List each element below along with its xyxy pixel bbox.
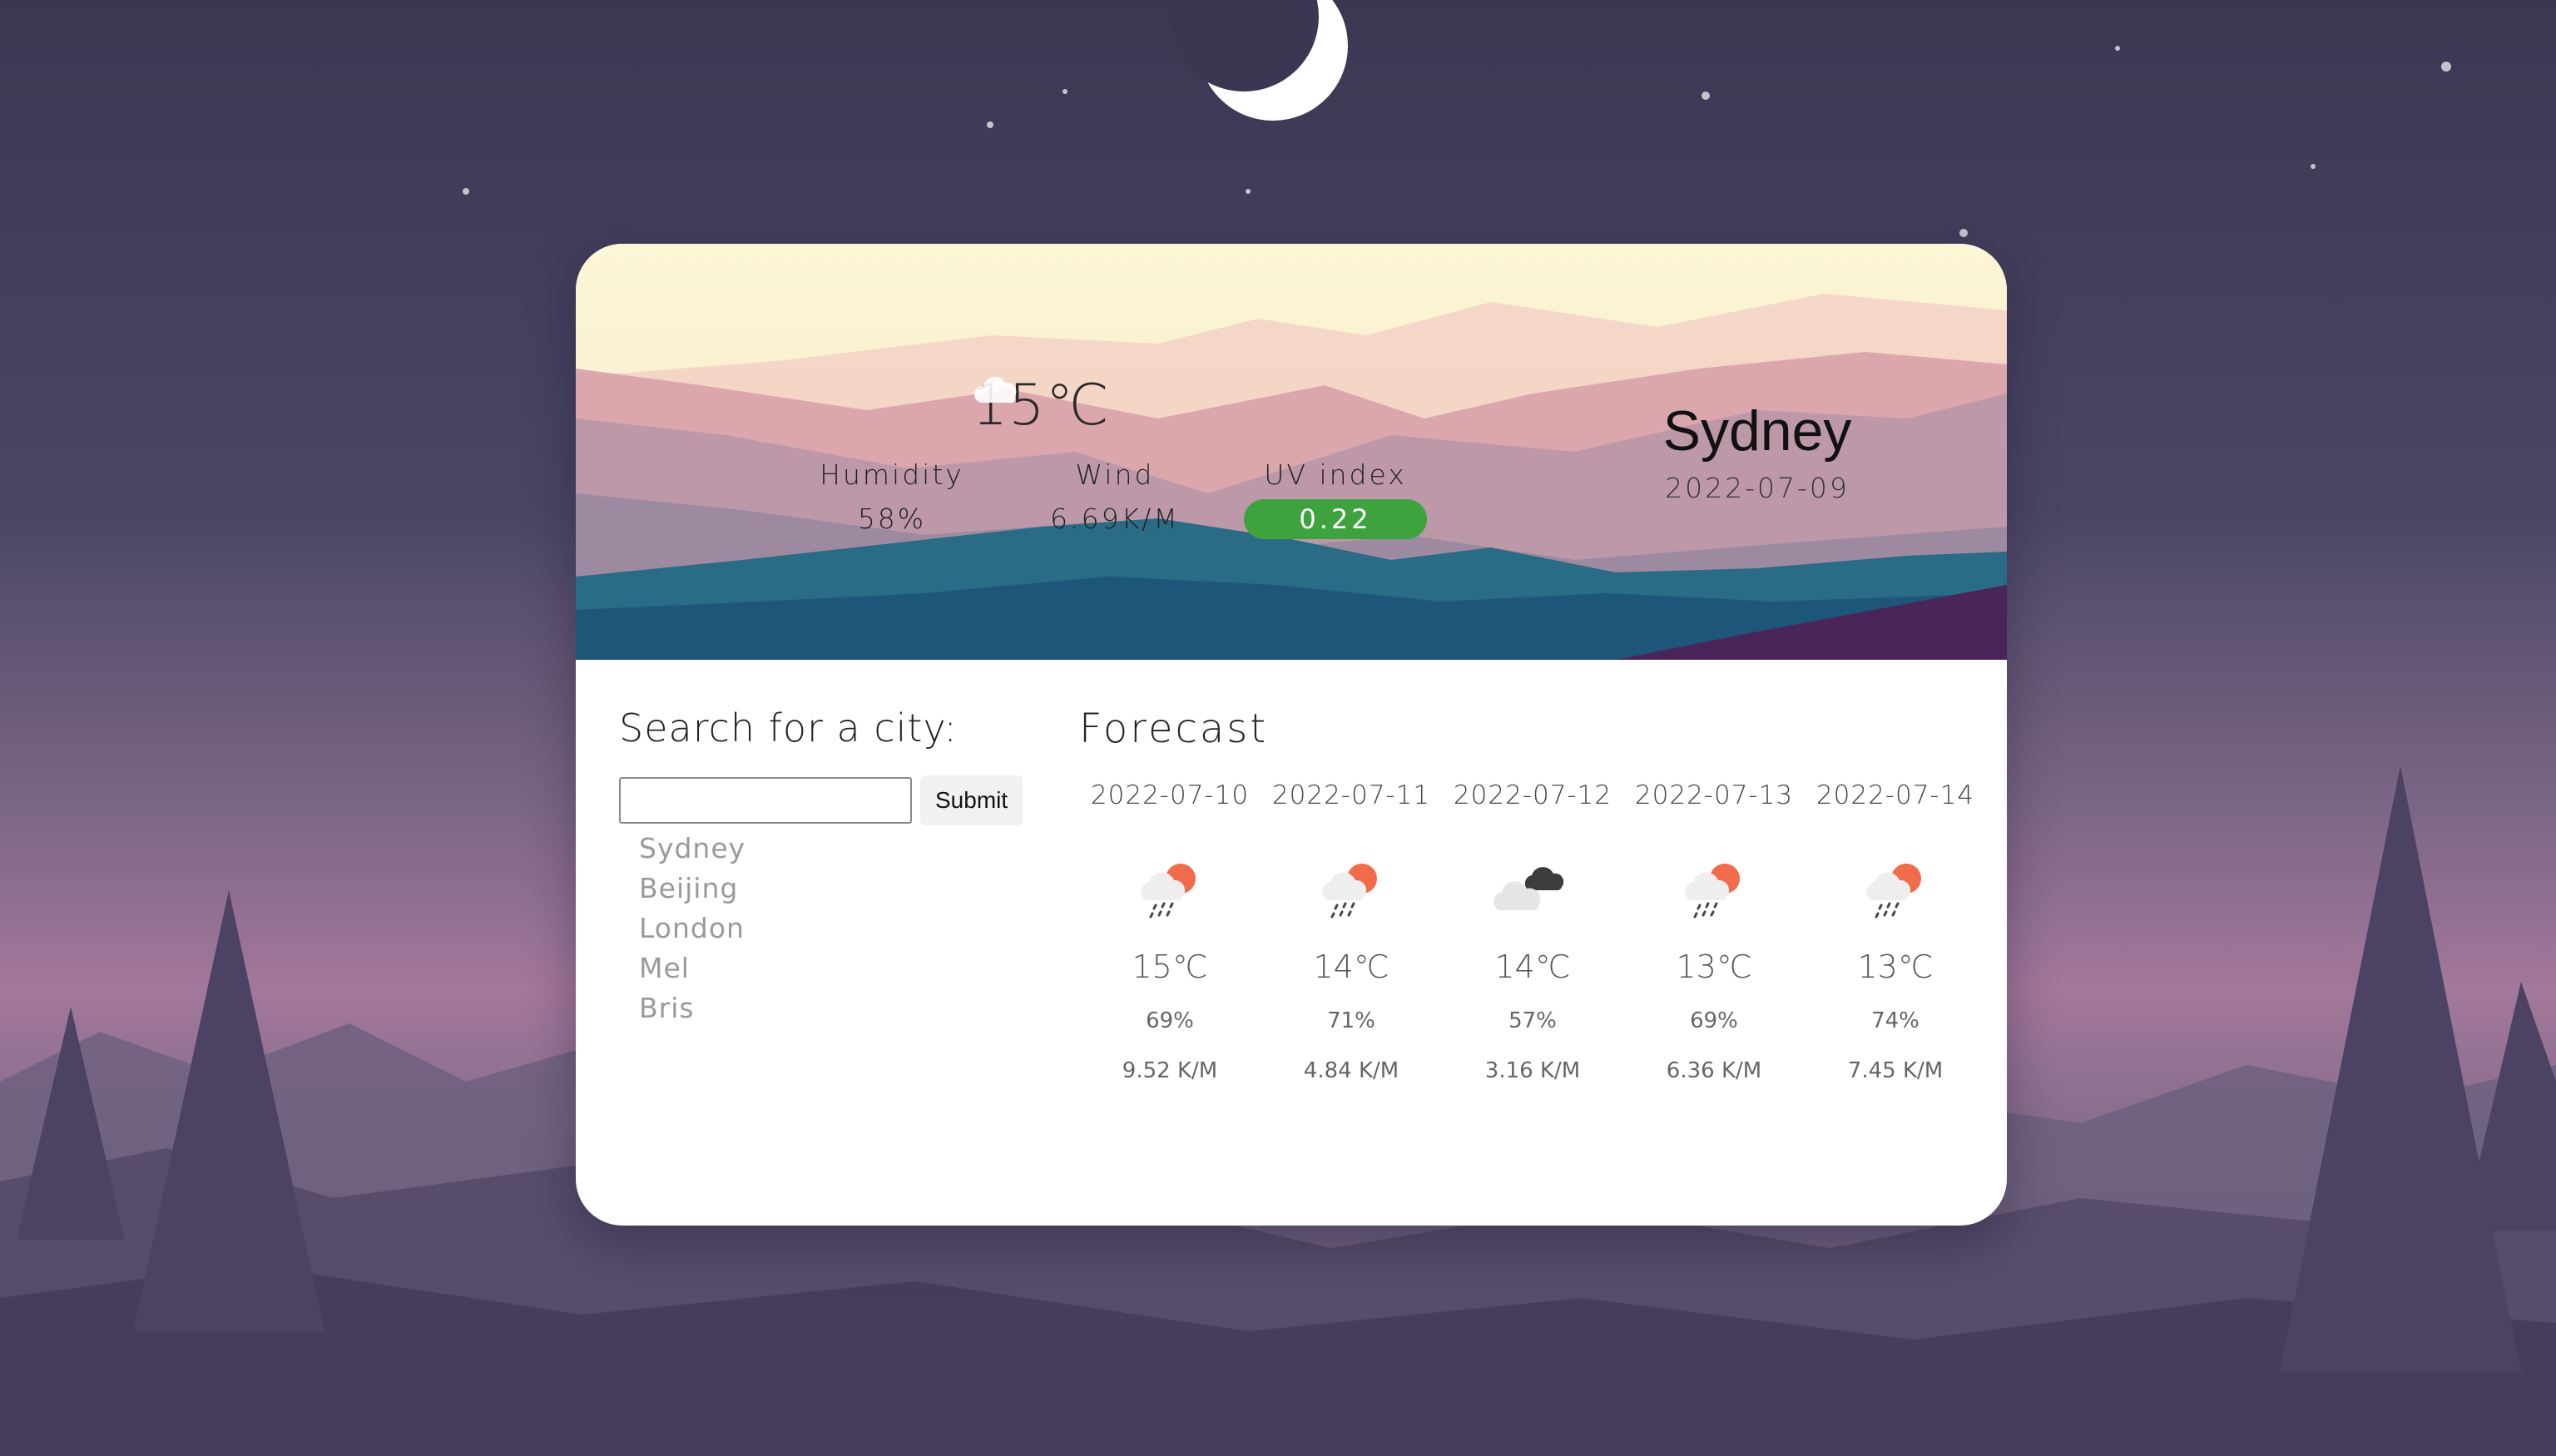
rain-sun-icon <box>1141 864 1196 919</box>
humidity-value: 58% <box>857 503 927 535</box>
uv-index-stat: UV index 0.22 <box>1223 458 1448 539</box>
humidity-label: Humidity <box>820 458 964 491</box>
rain-sun-icon <box>1322 864 1377 919</box>
overcast-icon <box>1493 867 1564 910</box>
city-item-mel[interactable]: Mel <box>639 948 1052 988</box>
forecast-date: 2022-07-12 <box>1453 780 1612 810</box>
cloud-icon <box>973 376 1017 403</box>
current-weather-panel: 15℃ Humidity 58% Wind 6.69K/M UV index 0… <box>576 244 2007 660</box>
rain-sun-icon <box>1866 864 1921 919</box>
current-temperature-row: 15℃ <box>972 373 1110 438</box>
forecast-wind: 9.52 K/M <box>1122 1058 1218 1083</box>
forecast-humidity: 69% <box>1146 1008 1194 1033</box>
forecast-wind: 3.16 K/M <box>1484 1058 1581 1083</box>
forecast-day: 2022-07-13 13℃ 69% 6.36 K/M <box>1623 780 1805 1083</box>
forecast-days: 2022-07-10 15℃ 69% 9.52 K/M 2022-07-11 1… <box>1079 780 1986 1083</box>
search-title: Search for a city: <box>619 706 958 750</box>
forecast-temperature: 15℃ <box>1132 948 1208 985</box>
current-date: 2022-07-09 <box>1665 472 1850 504</box>
humidity-stat: Humidity 58% <box>784 458 1000 535</box>
city-item-bris[interactable]: Bris <box>639 988 1052 1028</box>
city-suggestion-list: Sydney Beijing London Mel Bris <box>619 829 1052 1028</box>
forecast-day: 2022-07-12 14℃ 57% 3.16 K/M <box>1442 780 1623 1083</box>
submit-button[interactable]: Submit <box>920 775 1023 825</box>
forecast-title: Forecast <box>1079 706 1269 752</box>
forecast-temperature: 13℃ <box>1676 948 1752 985</box>
wind-label: Wind <box>1075 458 1155 491</box>
city-item-beijing[interactable]: Beijing <box>639 869 1052 909</box>
search-form: Submit <box>619 775 1052 825</box>
weather-card: 15℃ Humidity 58% Wind 6.69K/M UV index 0… <box>576 244 2007 1226</box>
forecast-humidity: 69% <box>1690 1008 1738 1033</box>
city-name: Sydney <box>1662 399 1852 463</box>
city-search-panel: Search for a city: Submit Sydney Beijing… <box>619 706 1052 1028</box>
forecast-humidity: 74% <box>1871 1008 1919 1033</box>
forecast-humidity: 71% <box>1327 1008 1375 1033</box>
forecast-wind: 6.36 K/M <box>1666 1058 1762 1083</box>
city-item-sydney[interactable]: Sydney <box>639 829 1052 869</box>
uv-index-badge: 0.22 <box>1244 499 1427 539</box>
forecast-day: 2022-07-10 15℃ 69% 9.52 K/M <box>1079 780 1261 1083</box>
forecast-date: 2022-07-11 <box>1271 780 1431 810</box>
forecast-wind: 4.84 K/M <box>1303 1058 1399 1083</box>
forecast-temperature: 13℃ <box>1857 948 1934 985</box>
city-search-input[interactable] <box>619 777 912 824</box>
uv-index-label: UV index <box>1264 458 1407 491</box>
city-item-london[interactable]: London <box>639 909 1052 948</box>
forecast-temperature: 14℃ <box>1494 948 1571 985</box>
wind-stat: Wind 6.69K/M <box>1007 458 1223 535</box>
forecast-date: 2022-07-13 <box>1634 780 1794 810</box>
location-block: Sydney 2022-07-09 <box>1599 399 1915 504</box>
rain-sun-icon <box>1685 864 1740 919</box>
moon-icon <box>1169 0 1348 121</box>
forecast-date: 2022-07-10 <box>1090 780 1250 810</box>
forecast-date: 2022-07-14 <box>1815 780 1975 810</box>
forecast-humidity: 57% <box>1508 1008 1557 1033</box>
forecast-panel: Forecast 2022-07-10 15℃ 69% 9.52 K/M 202… <box>1079 706 1986 1083</box>
forecast-temperature: 14℃ <box>1313 948 1389 985</box>
forecast-day: 2022-07-11 14℃ 71% 4.84 K/M <box>1261 780 1442 1083</box>
wind-value: 6.69K/M <box>1050 503 1180 535</box>
forecast-wind: 7.45 K/M <box>1847 1058 1944 1083</box>
forecast-day: 2022-07-14 13℃ 74% 7.45 K/M <box>1805 780 1986 1083</box>
